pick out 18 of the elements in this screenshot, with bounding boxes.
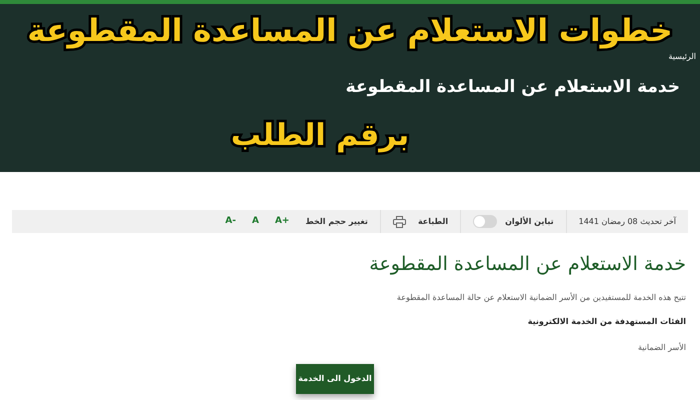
target-groups-value: الأسر الضمانية bbox=[638, 342, 686, 354]
printer-icon bbox=[392, 216, 406, 228]
caption-subtitle: برقم الطلب bbox=[230, 116, 410, 154]
target-groups-label: الفئات المستهدفة من الخدمة الالكترونية bbox=[528, 316, 686, 328]
font-size-label: تغيير حجم الخط bbox=[305, 216, 368, 228]
last-updated: آخر تحديث 08 رمضان 1441 bbox=[566, 210, 688, 233]
service-description: تتيح هذه الخدمة للمستفيدين من الأسر الضمانية الاستعلام عن حالة المساعدة المقطوعة bbox=[396, 292, 686, 304]
contrast-label: تباين الألوان bbox=[505, 216, 554, 228]
enter-service-button[interactable]: الدخول الى الخدمة bbox=[296, 364, 374, 394]
contrast-toggle[interactable] bbox=[473, 215, 498, 228]
font-size-button[interactable]: A bbox=[252, 214, 259, 228]
content-heading: خدمة الاستعلام عن المساعدة المقطوعة bbox=[369, 255, 686, 274]
page-title: خدمة الاستعلام عن المساعدة المقطوعة bbox=[344, 76, 680, 99]
font-size-button[interactable]: A+ bbox=[274, 214, 290, 228]
font-size-button[interactable]: A- bbox=[225, 214, 236, 228]
breadcrumb-link[interactable]: الرئيسية bbox=[20, 51, 696, 63]
caption-title: خطوات الاستعلام عن المساعدة المقطوعة bbox=[27, 12, 673, 51]
print-button[interactable]: الطباعة bbox=[380, 210, 460, 233]
